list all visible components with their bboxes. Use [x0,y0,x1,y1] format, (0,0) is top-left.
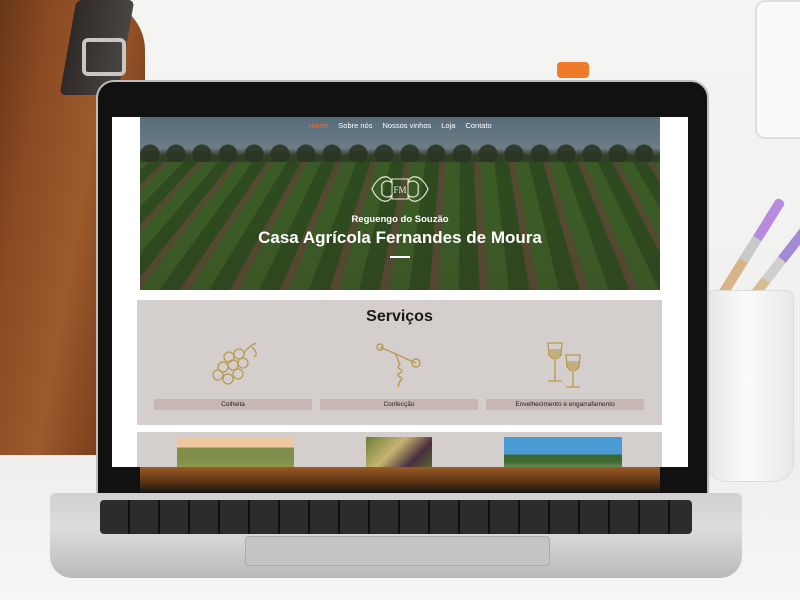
corkscrew-icon [376,343,421,388]
hero-divider [390,256,410,258]
landscape-photo[interactable] [504,437,622,467]
laptop-keyboard [100,500,692,534]
fm-logo: FM [371,176,429,202]
logo-text: FM [393,185,406,195]
tree-line [140,142,660,162]
gallery-section [137,432,662,467]
service-label: Confecção [320,399,478,410]
nav-sobre-nos[interactable]: Sobre nós [338,121,372,130]
services-section: Serviços Colheita Confecção Envelhecimen… [137,300,662,425]
services-heading: Serviços [366,308,433,325]
brush-cup [706,290,794,482]
vineyard-photo[interactable] [177,437,294,467]
service-label: Envelhecimento e engarrafamento [486,399,644,410]
main-nav: Home Sobre nós Nossos vinhos Loja Contat… [140,121,660,130]
laptop-trackpad [245,536,550,566]
service-envelhecimento[interactable]: Envelhecimento e engarrafamento [486,341,644,421]
hero-banner: Home Sobre nós Nossos vinhos Loja Contat… [140,117,660,290]
nav-loja[interactable]: Loja [441,121,455,130]
grapes-icon [212,342,257,385]
laptop-screen: Home Sobre nós Nossos vinhos Loja Contat… [112,117,688,467]
grapes-photo[interactable] [366,437,432,467]
nav-nossos-vinhos[interactable]: Nossos vinhos [382,121,431,130]
nav-home[interactable]: Home [308,121,328,130]
wall-frame [755,0,800,139]
service-label: Colheita [154,399,312,410]
laptop-hinge [140,466,660,492]
bag-buckle [82,38,126,76]
service-colheita[interactable]: Colheita [154,341,312,421]
service-confeccao[interactable]: Confecção [320,341,478,421]
nav-contato[interactable]: Contato [465,121,491,130]
wine-glasses-icon [547,342,581,388]
hero-subtitle: Reguengo do Souzão [351,214,449,225]
orange-clip [557,62,589,78]
hero-title: Casa Agrícola Fernandes de Moura [258,228,542,247]
